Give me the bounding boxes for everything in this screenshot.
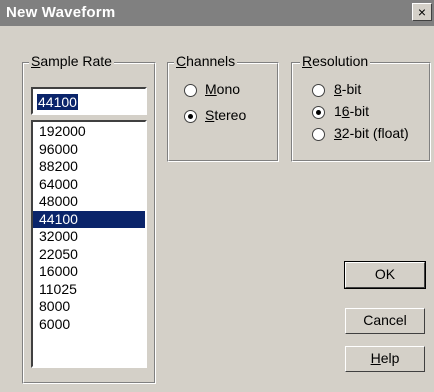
list-item[interactable]: 32000 [33,228,145,246]
help-button[interactable]: Help [345,346,425,372]
list-item[interactable]: 96000 [33,141,145,159]
help-mnemonic: H [370,350,381,366]
list-item[interactable]: 16000 [33,263,145,281]
8bit-radio[interactable] [312,84,325,97]
radio-checked-dot [188,114,193,119]
window-title: New Waveform [6,4,116,21]
list-item[interactable]: 48000 [33,193,145,211]
32bit-radio[interactable] [312,128,325,141]
help-button-label: elp [380,350,400,366]
channels-legend: Channels [174,53,238,69]
mono-radio[interactable] [184,84,197,97]
title-bar: New Waveform × [0,0,434,26]
radio-checked-dot [316,110,321,115]
stereo-label[interactable]: Stereo [205,107,246,123]
cancel-button[interactable]: Cancel [345,308,425,334]
list-item[interactable]: 22050 [33,246,145,264]
close-icon: × [417,4,427,20]
list-item-selected[interactable]: 44100 [33,210,145,228]
cancel-button-label: Cancel [363,312,407,328]
list-item[interactable]: 11025 [33,281,145,299]
sample-rate-listbox[interactable]: 192000 96000 88200 64000 48000 44100 320… [31,120,147,368]
sample-rate-input[interactable]: 44100 [31,87,147,115]
16bit-radio[interactable] [312,106,325,119]
sample-rate-legend: Sample Rate [29,53,114,69]
32bit-label[interactable]: 32-bit (float) [334,125,409,141]
mono-label[interactable]: Mono [205,81,240,97]
16bit-label[interactable]: 16-bit [334,103,369,119]
list-item[interactable]: 192000 [33,123,145,141]
ok-button[interactable]: OK [344,261,426,289]
ok-button-label: OK [374,266,396,282]
resolution-legend: Resolution [300,53,371,69]
close-button[interactable]: × [412,3,432,21]
list-item[interactable]: 64000 [33,176,145,194]
stereo-radio[interactable] [184,110,197,123]
list-item[interactable]: 8000 [33,298,145,316]
list-item[interactable]: 88200 [33,158,145,176]
list-item[interactable]: 6000 [33,316,145,334]
8bit-label[interactable]: 8-bit [334,81,361,97]
sample-rate-input-value: 44100 [37,94,78,110]
